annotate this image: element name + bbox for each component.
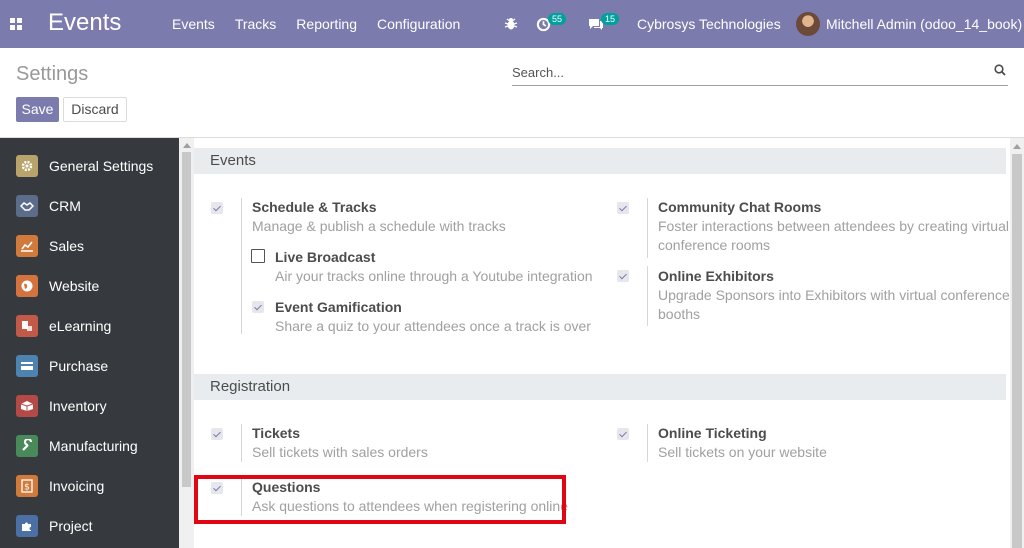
setting-description: booths <box>658 306 701 322</box>
sidebar-item-label: CRM <box>49 198 81 214</box>
settings-sidebar: General Settings CRM Sales Website eLear… <box>0 138 179 548</box>
setting-title: Community Chat Rooms <box>658 199 822 215</box>
page-title: Settings <box>16 63 89 85</box>
elearning-icon <box>16 315 38 337</box>
puzzle-icon <box>16 515 38 537</box>
setting-divider <box>647 266 648 326</box>
setting-title: Online Exhibitors <box>658 268 774 284</box>
sidebar-item-label: Sales <box>49 238 85 254</box>
setting-divider <box>241 198 242 334</box>
schedule-tracks-checkbox[interactable] <box>211 202 223 214</box>
sidebar-item-label: General Settings <box>49 158 154 174</box>
save-button[interactable]: Save <box>16 97 59 122</box>
svg-text:$: $ <box>24 483 30 493</box>
sidebar-item-project[interactable]: Project <box>0 506 179 546</box>
community-chat-checkbox[interactable] <box>617 202 629 214</box>
questions-highlight-box <box>194 475 566 524</box>
menu-item-reporting[interactable]: Reporting <box>296 16 357 32</box>
sidebar-item-purchase[interactable]: Purchase <box>0 346 179 386</box>
setting-description: Upgrade Sponsors into Exhibitors with vi… <box>658 287 1010 303</box>
menu-item-events[interactable]: Events <box>172 16 215 32</box>
globe-icon <box>16 275 38 297</box>
online-ticketing-checkbox[interactable] <box>617 428 629 440</box>
setting-description: Share a quiz to your attendees once a tr… <box>275 318 591 334</box>
sidebar-item-label: Invoicing <box>49 478 105 494</box>
sidebar-item-sales[interactable]: Sales <box>0 226 179 266</box>
search-input[interactable] <box>512 62 982 82</box>
setting-title: Event Gamification <box>275 299 402 315</box>
sidebar-item-invoicing[interactable]: $ Invoicing <box>0 466 179 506</box>
inventory-box-icon <box>16 395 38 417</box>
setting-description: Manage & publish a schedule with tracks <box>252 218 506 234</box>
discard-button[interactable]: Discard <box>63 97 127 122</box>
section-body-registration: Tickets Sell tickets with sales orders O… <box>194 400 1006 548</box>
tickets-checkbox[interactable] <box>211 428 223 440</box>
user-avatar[interactable] <box>796 12 820 36</box>
online-exhibitors-checkbox[interactable] <box>617 270 629 282</box>
section-header-events: Events <box>194 148 1006 174</box>
control-panel: Settings Save Discard <box>0 48 1024 138</box>
section-title: Events <box>210 152 256 169</box>
search-bar <box>512 58 1008 86</box>
sidebar-item-inventory[interactable]: Inventory <box>0 386 179 426</box>
user-menu[interactable]: Mitchell Admin (odoo_14_book) <box>826 16 1022 32</box>
sidebar-item-elearning[interactable]: eLearning <box>0 306 179 346</box>
menu-item-tracks[interactable]: Tracks <box>235 16 276 32</box>
top-navbar: Events Events Tracks Reporting Configura… <box>0 0 1024 48</box>
sidebar-item-general-settings[interactable]: General Settings <box>0 146 179 186</box>
message-count-badge: 15 <box>601 13 620 25</box>
sidebar-item-website[interactable]: Website <box>0 266 179 306</box>
section-header-registration: Registration <box>194 374 1006 400</box>
gear-icon <box>16 155 38 177</box>
sidebar-item-manufacturing[interactable]: Manufacturing <box>0 426 179 466</box>
sidebar-item-label: Website <box>49 278 100 294</box>
sidebar-scroll-thumb[interactable] <box>182 152 191 487</box>
app-title[interactable]: Events <box>48 9 121 37</box>
scroll-up-arrow-icon[interactable] <box>1013 144 1021 149</box>
main-menu: Events Tracks Reporting Configuration <box>172 16 480 32</box>
setting-divider <box>241 424 242 462</box>
activity-clock-icon[interactable] <box>536 0 551 48</box>
setting-description: Foster interactions between attendees by… <box>658 218 1009 234</box>
setting-description: Sell tickets with sales orders <box>252 444 428 460</box>
setting-description: Sell tickets on your website <box>658 444 827 460</box>
section-title: Registration <box>210 378 291 395</box>
company-switcher[interactable]: Cybrosys Technologies <box>637 16 781 32</box>
scroll-up-arrow-icon[interactable] <box>183 143 191 148</box>
content-scroll-thumb[interactable] <box>1012 154 1022 548</box>
sidebar-item-label: Project <box>49 518 93 534</box>
sidebar-item-crm[interactable]: CRM <box>0 186 179 226</box>
sales-chart-icon <box>16 235 38 257</box>
setting-title: Online Ticketing <box>658 425 767 441</box>
sidebar-item-label: Purchase <box>49 358 109 374</box>
menu-item-configuration[interactable]: Configuration <box>377 16 460 32</box>
bug-icon[interactable] <box>504 0 518 48</box>
setting-description: conference rooms <box>658 237 771 253</box>
setting-divider <box>647 424 648 462</box>
activity-count-badge: 55 <box>548 13 567 25</box>
sidebar-item-label: eLearning <box>49 318 112 334</box>
sidebar-item-label: Manufacturing <box>49 438 138 454</box>
wrench-icon <box>16 435 38 457</box>
crm-handshake-icon <box>16 195 38 217</box>
setting-description: Air your tracks online through a Youtube… <box>275 268 593 284</box>
sidebar-scrollbar[interactable] <box>179 138 194 548</box>
event-gamification-checkbox[interactable] <box>252 301 264 313</box>
content-scrollbar[interactable] <box>1010 138 1024 548</box>
purchase-card-icon <box>16 355 38 377</box>
sidebar-item-label: Inventory <box>49 398 107 414</box>
invoice-dollar-icon: $ <box>16 475 38 497</box>
setting-title: Tickets <box>252 425 300 441</box>
setting-title: Live Broadcast <box>275 249 376 265</box>
setting-title: Schedule & Tracks <box>252 199 377 215</box>
section-body-events: Schedule & Tracks Manage & publish a sch… <box>194 174 1010 374</box>
apps-grid-icon[interactable] <box>10 18 22 30</box>
chat-bubble-icon[interactable] <box>588 0 604 48</box>
search-icon[interactable] <box>994 64 1006 76</box>
live-broadcast-checkbox[interactable] <box>251 249 265 263</box>
setting-divider <box>647 198 648 258</box>
